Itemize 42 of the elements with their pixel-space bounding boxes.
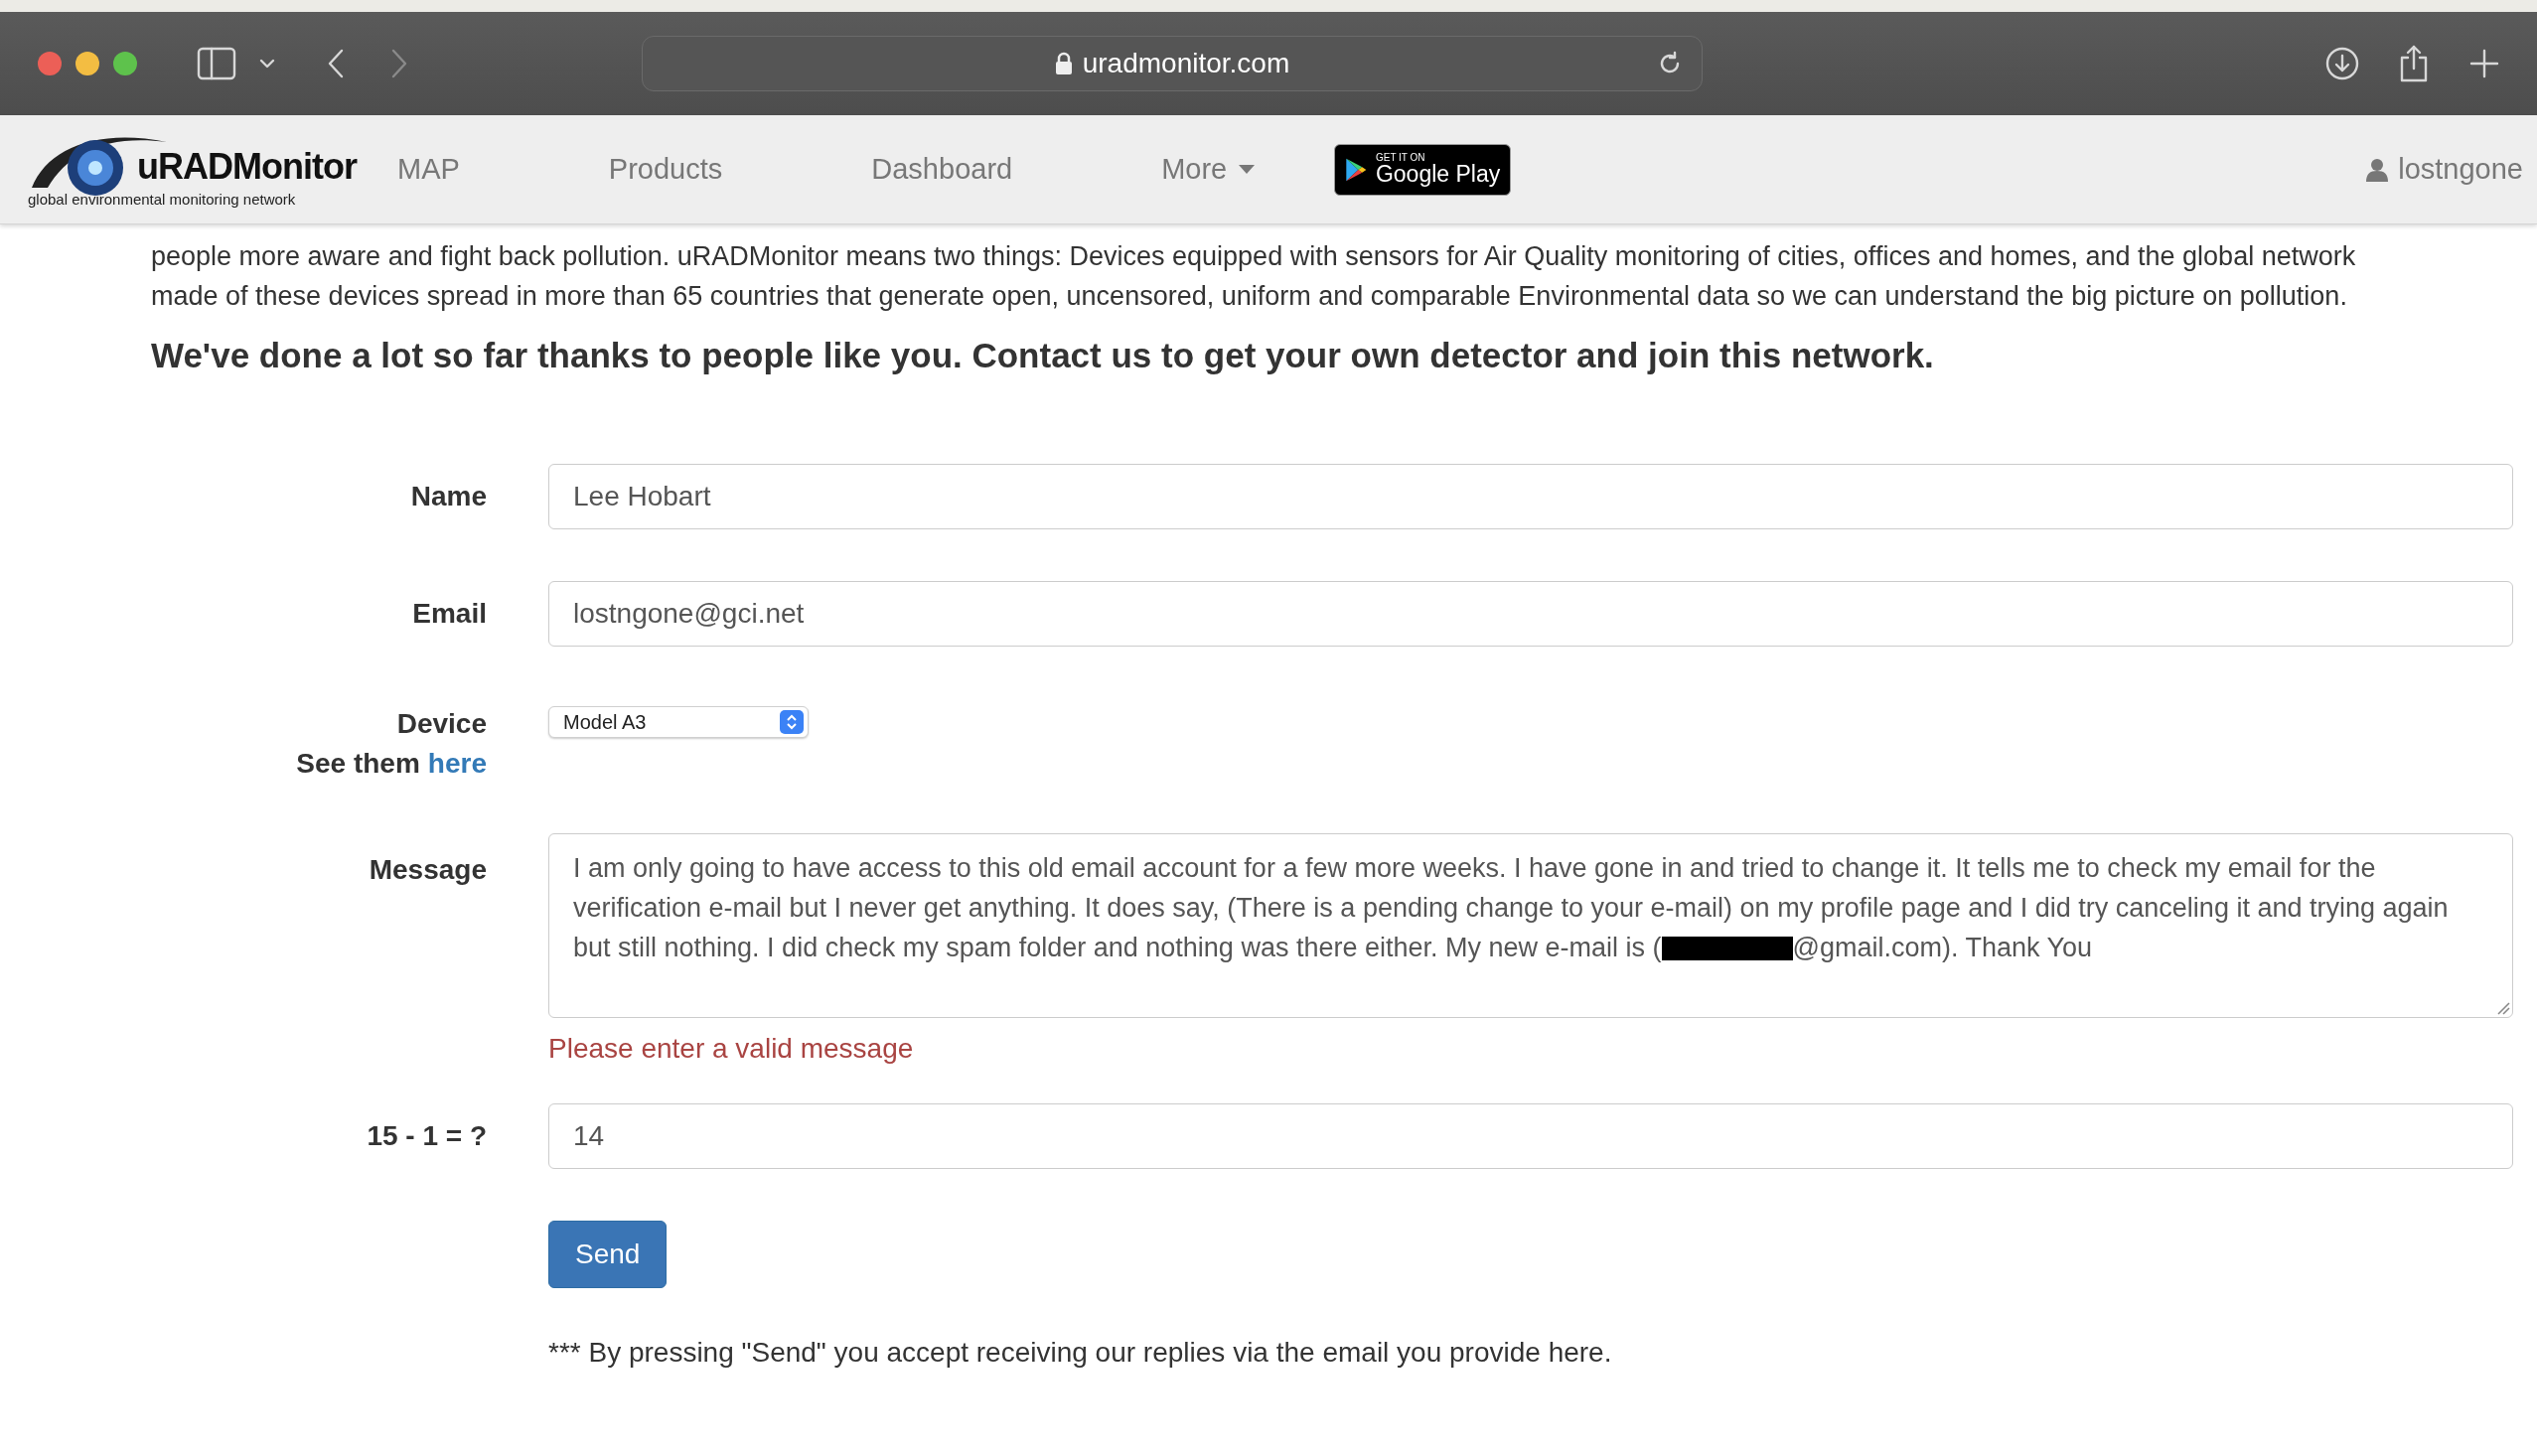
google-play-badge[interactable]: GET IT ON Google Play <box>1334 143 1512 196</box>
nav-link[interactable]: Products <box>608 147 723 192</box>
new-tab-icon[interactable] <box>2469 49 2499 78</box>
device-select[interactable]: Model A3 <box>548 705 809 738</box>
logo-text[interactable]: uRADMonitor <box>137 149 357 185</box>
maximize-window-button[interactable] <box>113 52 137 75</box>
here-link[interactable]: here <box>427 743 487 784</box>
disclaimer-text: *** By pressing "Send" you accept receiving our replies via the email you provide here. <box>548 1335 1612 1370</box>
device-label: Device <box>396 706 487 741</box>
captcha-label: 15 - 1 = ? <box>367 1119 487 1151</box>
user-icon <box>2366 157 2389 182</box>
message-label: Message <box>369 852 487 887</box>
logo-tagline: global environmental monitoring network <box>28 190 296 210</box>
email-label: Email <box>412 597 487 629</box>
more-menu[interactable]: More <box>1161 147 1256 192</box>
caret-icon <box>1239 164 1256 175</box>
captcha-input[interactable]: 14 <box>548 1102 2513 1169</box>
see-them-text: See them <box>296 746 420 781</box>
intro-paragraph: people more aware and fight back pollution. uRADMonitor means two things: Devices equipped with sensors for Air Quality monitoring of cities, offices and homes, and the global network made of these devices spread in more than 65 countries that generate open, uncensored, uniform and comparable Environmental data so we can understand the big picture on pollution. <box>151 240 2357 313</box>
name-input[interactable]: Lee Hobart <box>548 463 2513 529</box>
email-input[interactable]: lostngone@gci.net <box>548 580 2513 647</box>
lock-icon <box>1054 52 1073 75</box>
send-button[interactable]: Send <box>548 1220 668 1288</box>
address-bar[interactable]: uradmonitor.com <box>642 36 1703 91</box>
chevron-down-icon[interactable] <box>258 58 276 70</box>
back-icon[interactable] <box>326 48 346 79</box>
select-arrows-icon <box>780 709 804 734</box>
nav-link[interactable]: MAP <box>397 147 460 192</box>
username-link[interactable]: lostngone <box>2398 147 2523 192</box>
headline: We've done a lot so far thanks to people like you. Contact us to get your own detector and join this network. <box>151 335 1935 376</box>
share-icon[interactable] <box>2398 44 2430 83</box>
badge-large-text: Google Play <box>1375 163 1501 186</box>
message-textarea[interactable]: I am only going to have access to this old email account for a few more weeks. I have gone in and tried to change it. It tells me to check my email for the verification e-mail but I never get anything. It does say, (There is a pending change to your e-mail) on my profile page and I did try canceling it and trying again but still nothing. I did check my spam folder and nothing was there either. My new e-mail is ( @gmail.com). Thank You <box>548 832 2513 1018</box>
minimize-window-button[interactable] <box>75 52 99 75</box>
sidebar-icon[interactable] <box>197 47 236 80</box>
nav-link[interactable]: Dashboard <box>871 147 1013 192</box>
error-message: Please enter a valid message <box>548 1031 914 1066</box>
resize-grip-icon <box>2496 1000 2510 1015</box>
name-label: Name <box>410 480 487 511</box>
badge-small-text: GET IT ON <box>1375 153 1426 163</box>
download-icon[interactable] <box>2324 46 2360 81</box>
url-text: uradmonitor.com <box>1082 47 1290 80</box>
